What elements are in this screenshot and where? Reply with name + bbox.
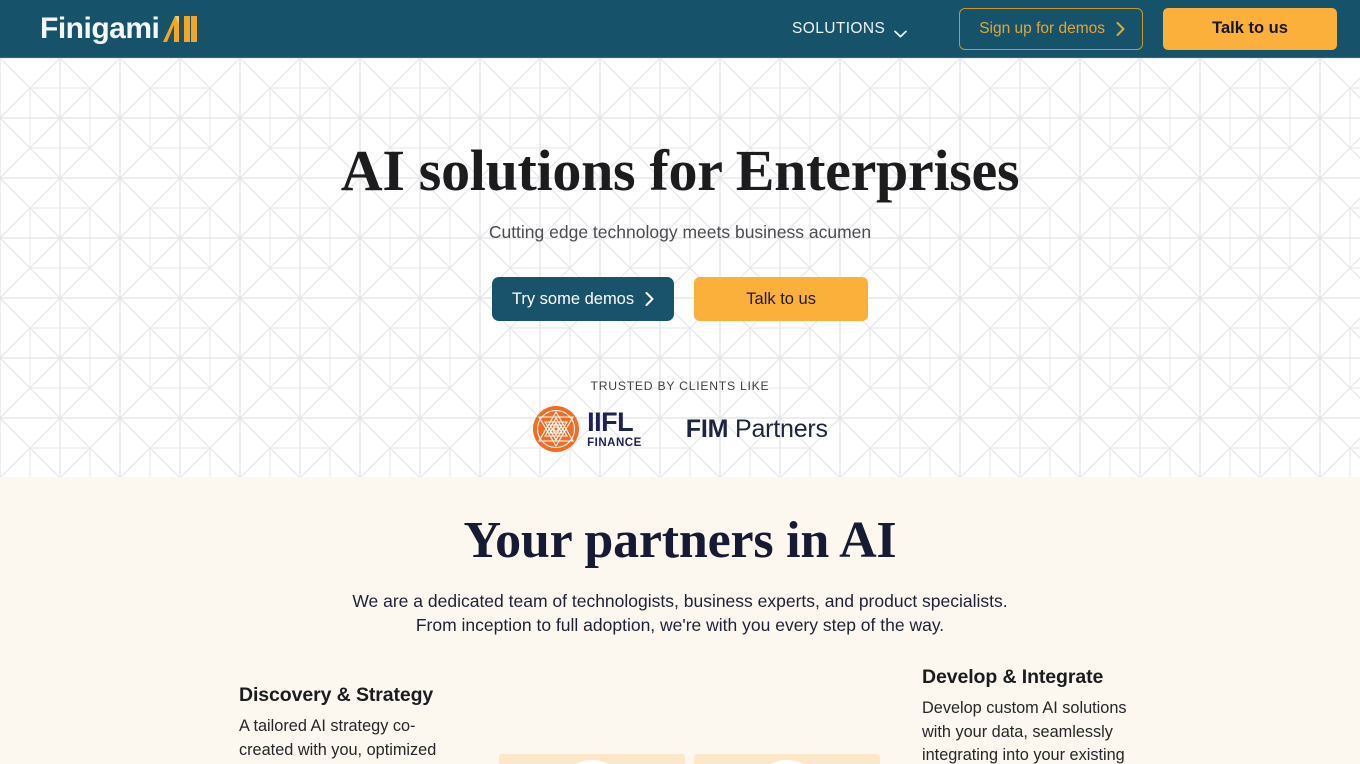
feature-card-icon-badge (555, 759, 629, 764)
feature-card-icon-badge (750, 759, 824, 764)
talk-to-us-button-hero[interactable]: Talk to us (694, 277, 869, 322)
signup-for-demos-label: Sign up for demos (979, 19, 1105, 37)
fim-regular-text: Partners (734, 414, 828, 443)
iifl-subname: FINANCE (587, 437, 642, 450)
client-logo-row: IIFL FINANCE FIM Partners (0, 405, 1360, 453)
page-root: Finigami SOLUTIONS Sign up for demos Tal… (0, 0, 1360, 764)
signup-for-demos-button[interactable]: Sign up for demos (959, 7, 1143, 50)
nav-item-solutions-label: SOLUTIONS (792, 19, 886, 37)
talk-to-us-label-hero: Talk to us (746, 289, 816, 308)
client-logo-iifl: IIFL FINANCE (532, 405, 642, 453)
feature-title-develop: Develop & Integrate (922, 665, 1104, 688)
hero-title: AI solutions for Enterprises (340, 138, 1020, 203)
site-header: Finigami SOLUTIONS Sign up for demos Tal… (0, 0, 1360, 58)
hero-content: AI solutions for Enterprises Cutting edg… (0, 58, 1360, 322)
hero-cta-group: Try some demos Talk to us (0, 277, 1360, 322)
feature-title-discovery: Discovery & Strategy (239, 683, 434, 706)
fim-bold-text: FIM (685, 414, 729, 443)
partners-title: Your partners in AI (463, 512, 897, 569)
partners-description-line-1: We are a dedicated team of technologists… (352, 590, 1008, 611)
try-some-demos-button[interactable]: Try some demos (491, 277, 675, 322)
feature-column-develop: Develop & Integrate Develop custom AI so… (922, 666, 1142, 764)
feature-body-discovery: A tailored AI strategy co-created with y… (239, 716, 437, 759)
brand-logo[interactable]: Finigami (40, 0, 202, 58)
chevron-right-icon (1116, 21, 1125, 36)
hero-subtitle: Cutting edge technology meets business a… (488, 222, 872, 243)
try-some-demos-label: Try some demos (511, 289, 635, 308)
talk-to-us-label-header: Talk to us (1212, 19, 1288, 37)
feature-body-develop: Develop custom AI solutions with your da… (922, 698, 1127, 764)
trusted-by-label: TRUSTED BY CLIENTS LIKE (590, 379, 770, 394)
hero-section: AI solutions for Enterprises Cutting edg… (0, 58, 1360, 477)
feature-card[interactable] (694, 753, 880, 764)
iifl-name: IIFL (587, 407, 634, 438)
iifl-wordmark: IIFL FINANCE (587, 409, 642, 450)
header-nav: SOLUTIONS Sign up for demos Talk to us (792, 0, 1360, 58)
nav-item-solutions[interactable]: SOLUTIONS (792, 19, 908, 38)
feature-card[interactable] (499, 753, 685, 764)
iifl-mandala-circle-icon (532, 405, 580, 453)
talk-to-us-button-header[interactable]: Talk to us (1163, 7, 1337, 50)
partners-description: We are a dedicated team of technologists… (0, 589, 1360, 637)
brand-wordmark: Finigami (40, 11, 160, 45)
partners-description-line-2: From inception to full adoption, we're w… (415, 614, 945, 635)
partners-cards-area: Discovery & Strategy A tailored AI strat… (0, 666, 1360, 764)
chevron-down-icon (894, 25, 908, 37)
partners-section: Your partners in AI We are a dedicated t… (0, 477, 1360, 764)
ai-origami-logo-icon (160, 14, 202, 44)
client-logo-fim-partners: FIM Partners (686, 415, 828, 444)
trusted-by-strip: TRUSTED BY CLIENTS LIKE IIFL FINANCE FIM… (0, 379, 1360, 453)
feature-column-discovery: Discovery & Strategy A tailored AI strat… (239, 666, 459, 763)
chevron-right-icon (645, 292, 654, 307)
